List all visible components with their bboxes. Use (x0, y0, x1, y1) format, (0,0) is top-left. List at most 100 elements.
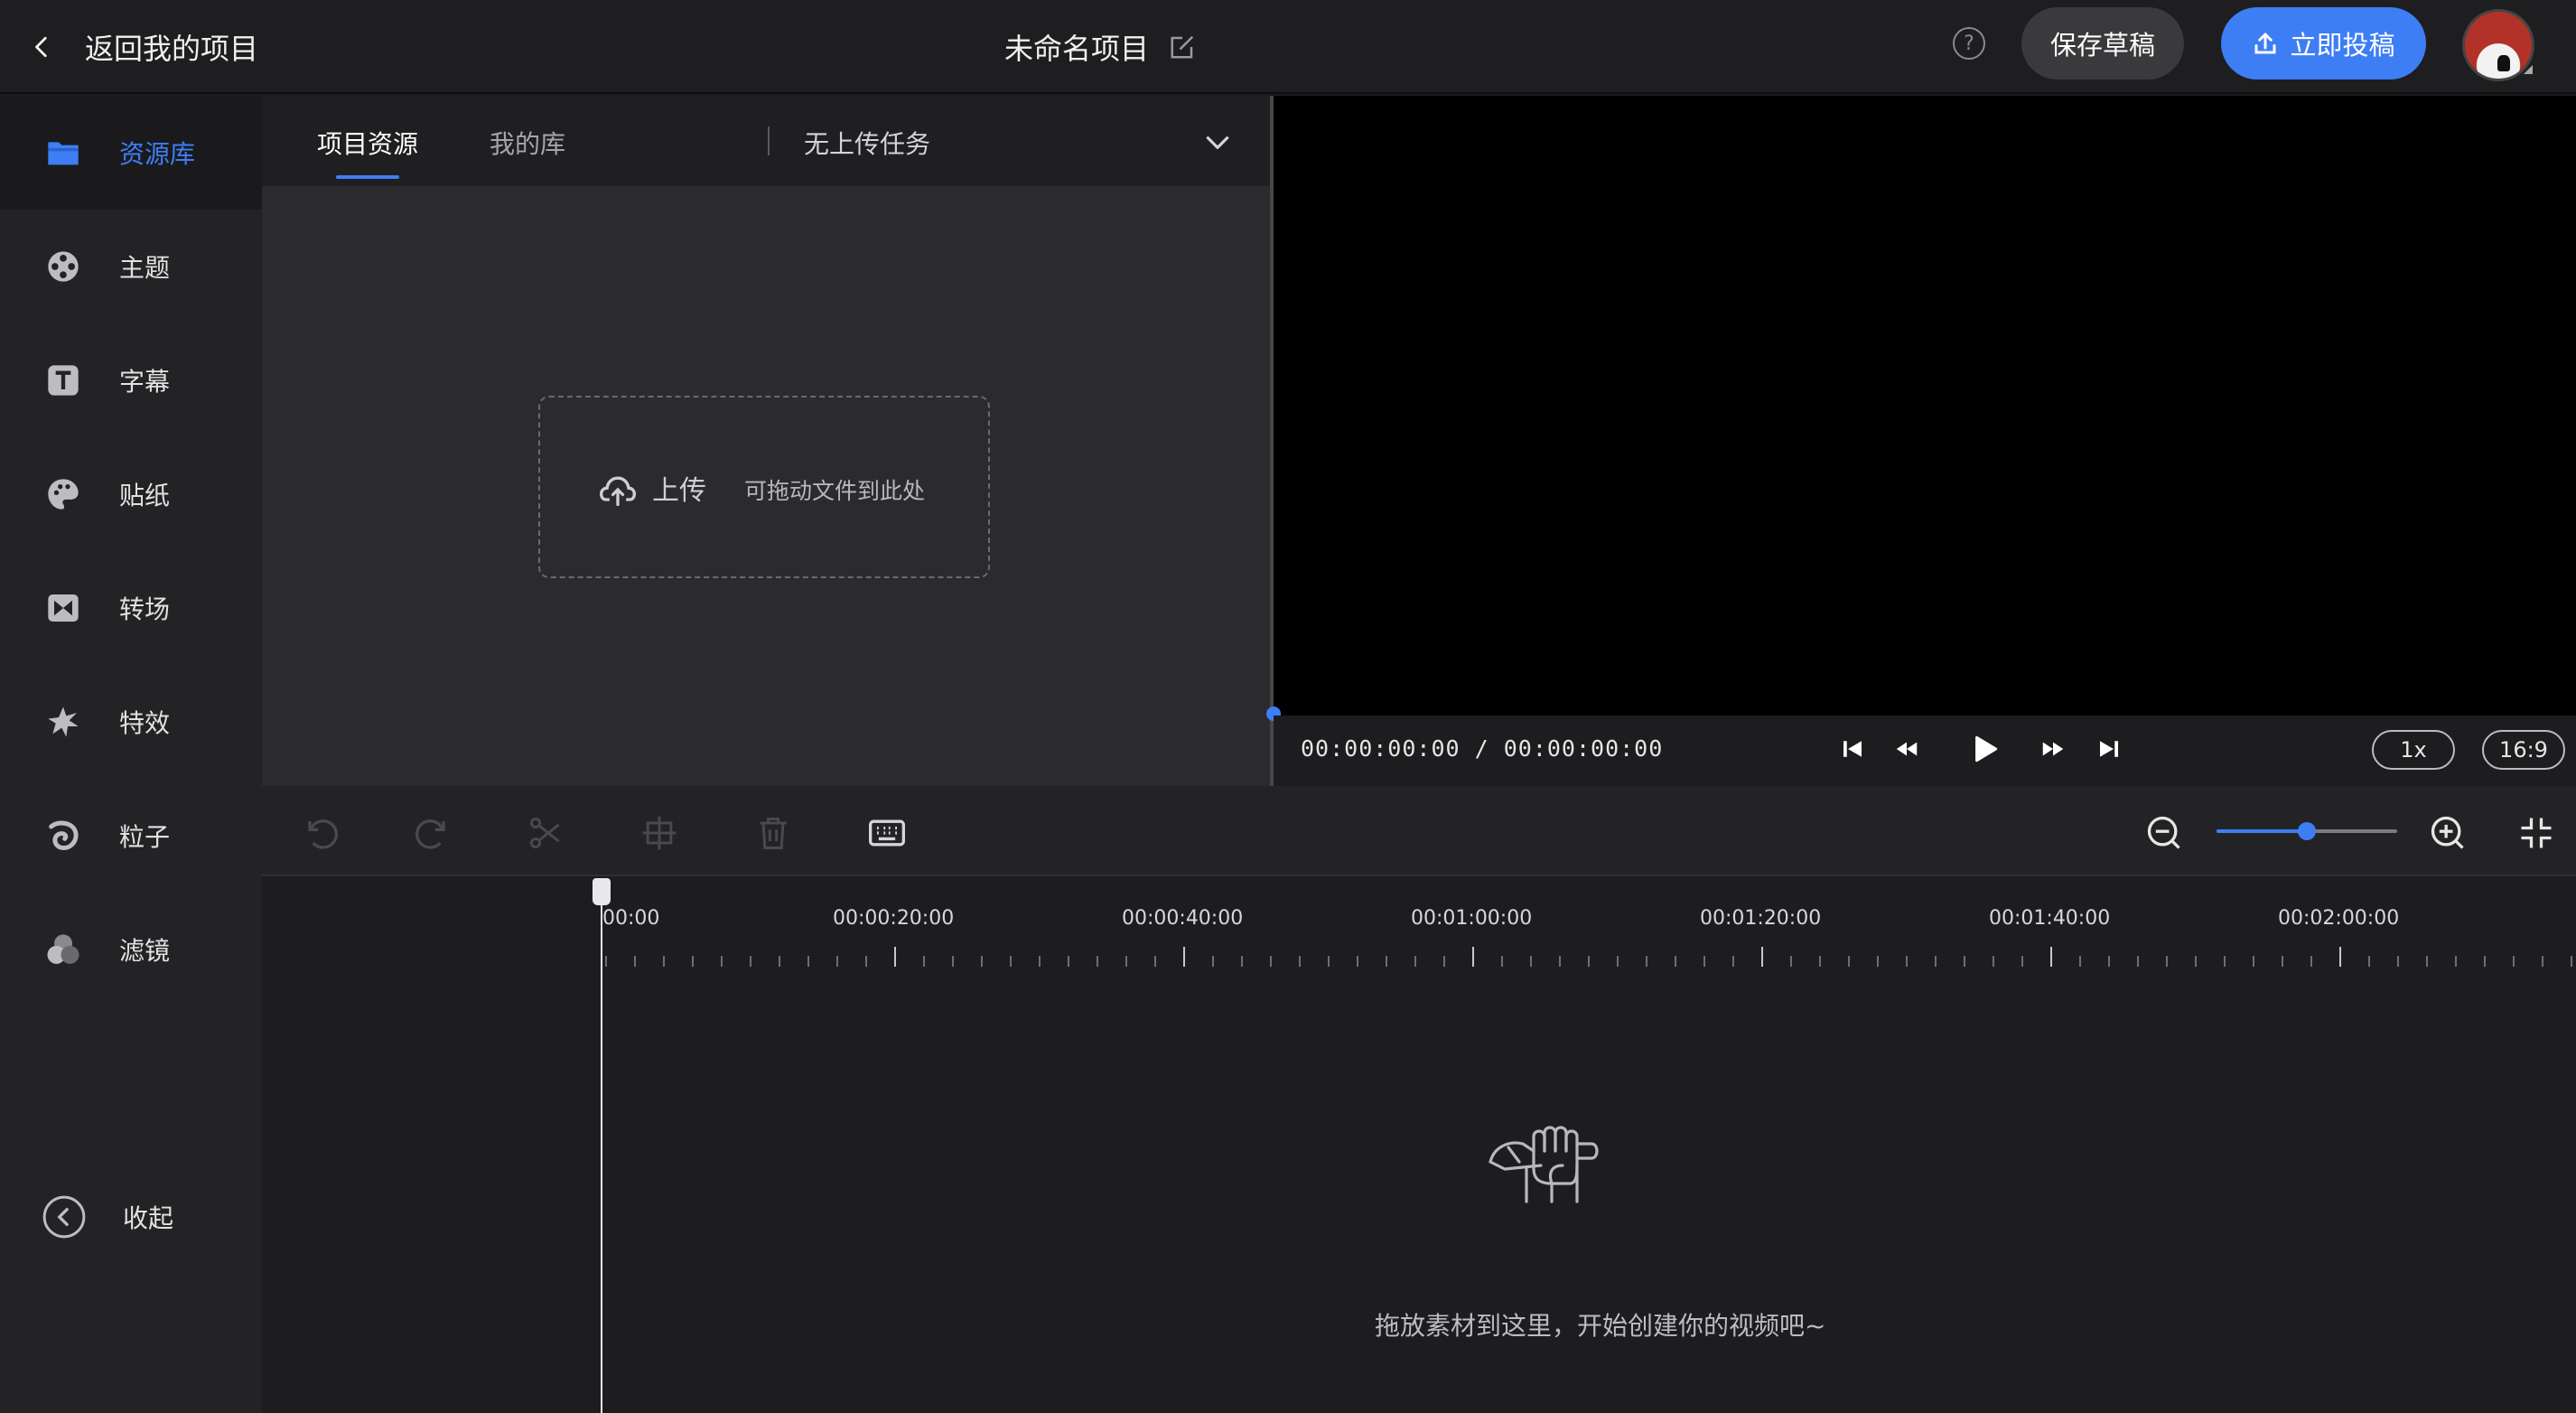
burst-icon (48, 706, 79, 737)
ruler-label: 00:01:20:00 (1700, 907, 1822, 930)
skip-to-end-icon[interactable] (2095, 735, 2123, 763)
playhead-handle[interactable] (593, 878, 611, 905)
ruler-tick (807, 956, 809, 967)
sidebar-item-sticker[interactable]: 贴纸 (0, 437, 262, 551)
crop-adjust-icon[interactable] (639, 813, 679, 853)
ruler-label: 00:01:00:00 (1411, 907, 1533, 930)
tab-project-resources[interactable]: 项目资源 (317, 125, 418, 161)
ruler-tick (1125, 956, 1127, 967)
delete-trash-icon[interactable] (753, 813, 793, 853)
ruler-label: 00:00 (602, 907, 660, 930)
ruler-tick (2079, 956, 2081, 967)
edit-icon[interactable] (1169, 33, 1196, 61)
ruler-tick (1646, 956, 1647, 967)
upload-dropzone[interactable]: 上传 可拖动文件到此处 (538, 396, 990, 578)
top-bar (0, 0, 2576, 94)
ruler-tick (1097, 956, 1098, 967)
sidebar-item-particles[interactable]: 粒子 (0, 779, 262, 893)
filter-circles-icon (47, 934, 79, 964)
ruler-tick (605, 956, 607, 967)
ruler-label: 00:02:00:00 (2278, 907, 2400, 930)
zoom-in-icon[interactable] (2428, 813, 2468, 853)
ruler-tick (2368, 956, 2370, 967)
upload-hint: 可拖动文件到此处 (744, 478, 926, 504)
redo-icon[interactable] (414, 813, 453, 853)
keyboard-shortcuts-icon[interactable] (867, 813, 907, 853)
sidebar-item-label: 资源库 (119, 139, 196, 169)
divider (768, 126, 770, 155)
ruler-tick (2542, 956, 2543, 967)
timecode: 00:00:00:00 / 00:00:00:00 (1301, 735, 1664, 762)
sidebar-item-label: 转场 (119, 594, 171, 624)
ruler-tick (1790, 956, 1792, 967)
sidebar-item-label: 字幕 (119, 367, 171, 397)
ruler-tick (1877, 956, 1879, 967)
ruler-tick (663, 956, 665, 967)
ruler-tick (750, 956, 751, 967)
fast-forward-icon[interactable] (2039, 735, 2067, 763)
play-icon[interactable] (1969, 734, 2000, 764)
save-draft-button[interactable]: 保存草稿 (2021, 7, 2184, 80)
upload-icon (2254, 33, 2276, 54)
back-label: 返回我的项目 (85, 32, 259, 66)
ruler-tick (692, 956, 694, 967)
sidebar-item-filter[interactable]: 滤镜 (0, 893, 262, 1006)
collapse-sidebar-button[interactable]: 收起 (0, 1160, 262, 1274)
ruler-tick (1530, 956, 1532, 967)
avatar-menu-caret-icon[interactable] (2524, 65, 2533, 74)
ruler-tick (721, 956, 723, 967)
cloud-upload-icon (600, 476, 636, 507)
ruler-tick (1617, 956, 1619, 967)
chevron-down-icon[interactable] (1203, 128, 1232, 157)
sidebar-item-theme[interactable]: 主题 (0, 210, 262, 323)
fit-timeline-icon[interactable] (2516, 813, 2556, 853)
tab-my-library[interactable]: 我的库 (490, 125, 565, 161)
ruler-tick (894, 947, 896, 967)
ruler-label: 00:00:40:00 (1122, 907, 1244, 930)
ruler-tick (2571, 956, 2572, 967)
ruler-tick (1472, 947, 1474, 967)
ruler-tick (1270, 956, 1272, 967)
skip-to-start-icon[interactable] (1839, 735, 1866, 763)
ruler-tick (952, 956, 954, 967)
active-tab-indicator (336, 175, 399, 179)
sidebar-item-label: 滤镜 (119, 936, 171, 966)
ruler-tick (2455, 956, 2457, 967)
ruler-tick (1241, 956, 1243, 967)
empty-timeline-message: 拖放素材到这里，开始创建你的视频吧~ (1375, 1311, 1826, 1341)
ruler-tick (2426, 956, 2428, 967)
undo-icon[interactable] (300, 813, 340, 853)
ruler-tick (1993, 956, 1994, 967)
film-reel-icon (48, 251, 79, 282)
zoom-out-icon[interactable] (2144, 813, 2184, 853)
split-scissors-icon[interactable] (526, 813, 565, 853)
help-icon[interactable]: ? (1953, 27, 1985, 60)
playback-speed-button[interactable]: 1x (2372, 730, 2455, 770)
upload-status: 无上传任务 (804, 129, 931, 159)
upload-label: 上传 (652, 475, 706, 507)
ruler-tick (1357, 956, 1358, 967)
ruler-tick (923, 956, 925, 967)
ruler-tick (865, 956, 867, 967)
sidebar-item-subtitle[interactable]: 字幕 (0, 323, 262, 437)
ruler-tick (1588, 956, 1590, 967)
publish-button[interactable]: 立即投稿 (2221, 7, 2426, 80)
panel-divider[interactable] (1270, 96, 1274, 786)
rewind-icon[interactable] (1893, 735, 1920, 763)
sidebar-item-transition[interactable]: 转场 (0, 551, 262, 665)
ruler-tick (2282, 956, 2283, 967)
sidebar-item-effects[interactable]: 特效 (0, 665, 262, 779)
ruler-tick (1154, 956, 1156, 967)
sidebar-item-library[interactable]: 资源库 (0, 96, 262, 210)
back-to-projects-button[interactable]: 返回我的项目 (31, 23, 258, 70)
ruler-tick (2108, 956, 2110, 967)
ruler-label: 00:00:20:00 (833, 907, 955, 930)
aspect-ratio-button[interactable]: 16:9 (2482, 730, 2565, 770)
ruler-tick (2339, 947, 2341, 967)
ruler-tick (1212, 956, 1214, 967)
ruler-tick (2195, 956, 2197, 967)
collapse-label: 收起 (123, 1203, 174, 1233)
zoom-slider-handle[interactable] (2298, 822, 2316, 840)
ruler-tick (1703, 956, 1705, 967)
swirl-icon (49, 820, 79, 850)
